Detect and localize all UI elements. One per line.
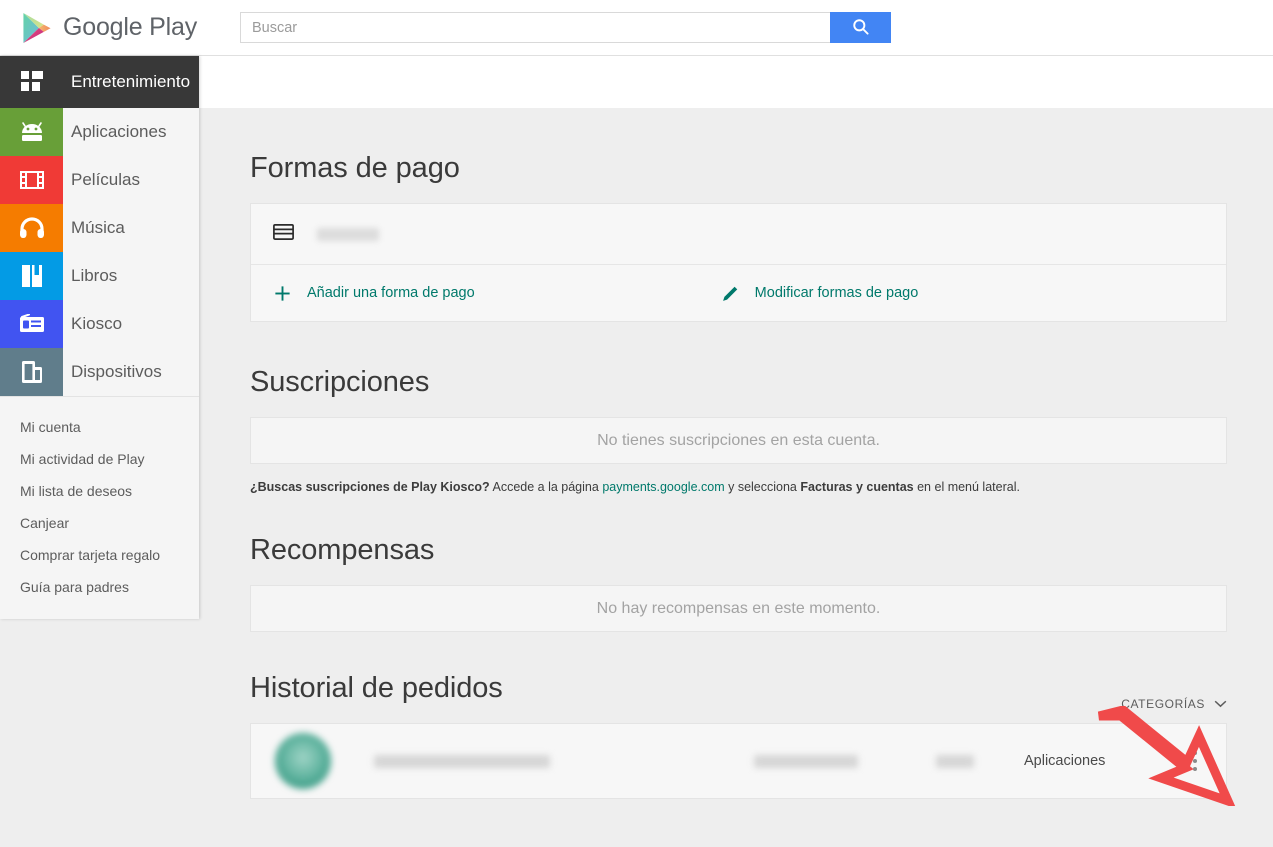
payment-methods-card: Añadir una forma de pago Modificar forma…: [250, 203, 1227, 322]
search-button[interactable]: [830, 12, 891, 43]
google-play-triangle-logo: [22, 12, 52, 44]
main-content: Formas de pago Añadir una forma de pago …: [199, 56, 1273, 847]
sidebar-item-libros[interactable]: Libros: [0, 252, 199, 300]
sidebar-link-guia-padres[interactable]: Guía para padres: [0, 571, 199, 603]
sidebar-item-peliculas[interactable]: Películas: [0, 156, 199, 204]
sidebar-item-label: Música: [71, 218, 125, 237]
categories-dropdown[interactable]: CATEGORÍAS: [1121, 697, 1227, 723]
footnote-bold2: Facturas y cuentas: [800, 480, 914, 494]
payment-method-label-redacted: [317, 227, 379, 241]
payments-google-com-link[interactable]: payments.google.com: [602, 480, 724, 494]
categories-label: CATEGORÍAS: [1121, 697, 1205, 711]
newsstand-icon: [0, 300, 63, 348]
pencil-icon: [721, 284, 755, 303]
edit-payment-methods-label: Modificar formas de pago: [754, 285, 919, 301]
sidebar-link-mi-cuenta[interactable]: Mi cuenta: [0, 411, 199, 443]
sidebar-item-dispositivos[interactable]: Dispositivos: [0, 348, 199, 396]
brand-title: Google Play: [63, 13, 197, 41]
subscriptions-empty-message: No tienes suscripciones en esta cuenta.: [597, 431, 880, 449]
sidebar-item-label: Aplicaciones: [71, 122, 167, 141]
page-title-formas-de-pago: Formas de pago: [250, 152, 460, 184]
page-title-recompensas: Recompensas: [250, 534, 435, 566]
order-price-redacted: [936, 754, 974, 768]
footnote-mid2: y selecciona: [728, 480, 797, 494]
table-row[interactable]: Aplicaciones: [250, 723, 1227, 799]
chevron-down-icon: [1214, 697, 1227, 711]
page-title-suscripciones: Suscripciones: [250, 366, 430, 398]
grid-apps-icon: [0, 56, 63, 108]
sidebar-item-label: Dispositivos: [71, 362, 162, 381]
payment-method-row[interactable]: [251, 204, 1226, 265]
plus-icon: [273, 284, 307, 303]
android-robot-icon: [0, 108, 63, 156]
edit-payment-methods-button[interactable]: Modificar formas de pago: [721, 284, 919, 303]
payment-method-actions: Añadir una forma de pago Modificar forma…: [251, 265, 1226, 321]
sidebar-link-tarjeta-regalo[interactable]: Comprar tarjeta regalo: [0, 539, 199, 571]
sidebar: Entretenimiento Aplicaciones Películas M…: [0, 56, 199, 619]
rewards-empty-state: No hay recompensas en este momento.: [250, 585, 1227, 632]
sidebar-item-entretenimiento[interactable]: Entretenimiento: [0, 56, 199, 108]
devices-icon: [0, 348, 63, 396]
search-input[interactable]: [240, 12, 830, 43]
sidebar-item-label: Libros: [71, 266, 118, 285]
rewards-empty-message: No hay recompensas en este momento.: [596, 599, 881, 617]
sidebar-link-lista-deseos[interactable]: Mi lista de deseos: [0, 475, 199, 507]
sidebar-item-label: Películas: [71, 170, 140, 189]
sidebar-secondary-links: Mi cuenta Mi actividad de Play Mi lista …: [0, 396, 199, 619]
add-payment-method-button[interactable]: Añadir una forma de pago: [273, 284, 475, 303]
footnote-lead: ¿Buscas suscripciones de Play Kiosco?: [250, 480, 490, 494]
app-icon-redacted: [275, 733, 331, 789]
brand-logo[interactable]: Google Play: [22, 0, 197, 56]
footnote-tail: en el menú lateral.: [917, 480, 1020, 494]
credit-card-icon: [273, 223, 294, 245]
sidebar-item-musica[interactable]: Música: [0, 204, 199, 252]
top-bar: Google Play: [0, 0, 1273, 56]
sidebar-link-mi-actividad[interactable]: Mi actividad de Play: [0, 443, 199, 475]
open-book-icon: [0, 252, 63, 300]
footnote-mid1: Accede a la página: [492, 480, 599, 494]
subscriptions-empty-state: No tienes suscripciones en esta cuenta.: [250, 417, 1227, 464]
sidebar-item-label: Entretenimiento: [71, 72, 191, 91]
three-dots-vertical-icon[interactable]: [1184, 751, 1206, 771]
order-name-redacted: [374, 754, 550, 768]
page-title-historial-de-pedidos: Historial de pedidos: [250, 672, 503, 704]
add-payment-method-label: Añadir una forma de pago: [307, 285, 475, 301]
order-history-header: Historial de pedidos CATEGORÍAS: [250, 632, 1227, 723]
order-date-redacted: [754, 754, 858, 768]
headphones-icon: [0, 204, 63, 252]
search-icon: [851, 17, 870, 39]
sidebar-item-label: Kiosco: [71, 314, 123, 333]
search-bar[interactable]: [240, 12, 891, 43]
film-strip-icon: [0, 156, 63, 204]
sidebar-item-aplicaciones[interactable]: Aplicaciones: [0, 108, 199, 156]
order-category: Aplicaciones: [1024, 753, 1106, 769]
sidebar-item-kiosco[interactable]: Kiosco: [0, 300, 199, 348]
sidebar-link-canjear[interactable]: Canjear: [0, 507, 199, 539]
content-top-spacer: [199, 56, 1273, 108]
subscriptions-footnote: ¿Buscas suscripciones de Play Kiosco? Ac…: [250, 464, 1227, 494]
